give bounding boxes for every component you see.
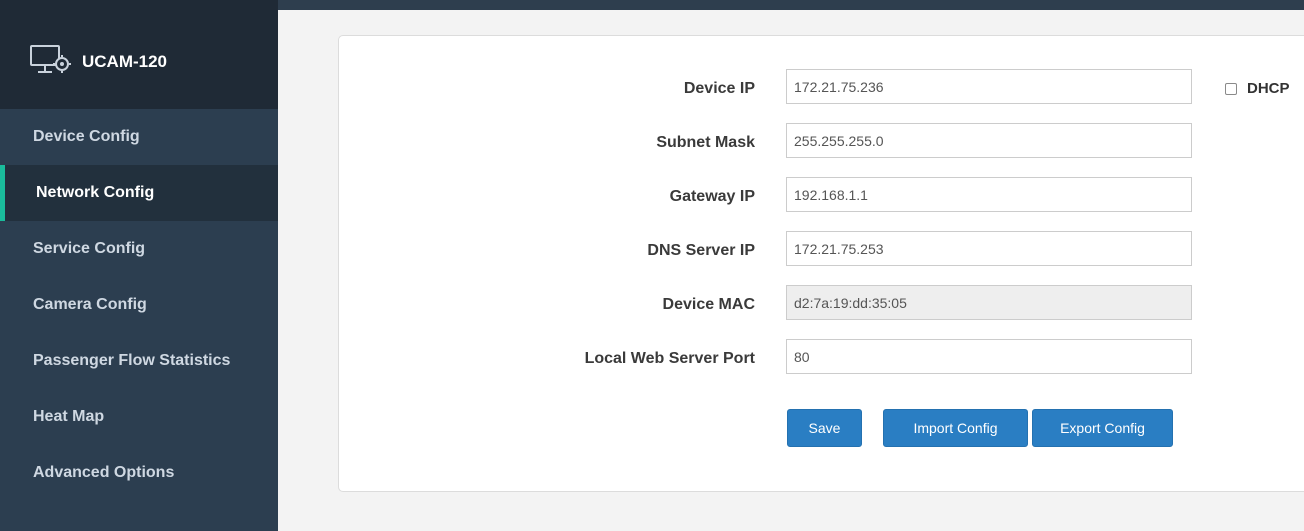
subnet-mask-label: Subnet Mask [656,134,755,151]
monitor-gear-icon [30,45,71,73]
gateway-ip-input[interactable] [786,177,1192,212]
sidebar-item-network-config[interactable]: Network Config [0,165,278,221]
sidebar-item-service-config[interactable]: Service Config [0,221,278,277]
gateway-ip-label: Gateway IP [669,188,755,205]
sidebar-item-camera-config[interactable]: Camera Config [0,277,278,333]
sidebar: UCAM-120 Device Config Network Config Se… [0,0,278,531]
sidebar-item-device-config[interactable]: Device Config [0,109,278,165]
device-ip-label: Device IP [683,80,755,97]
app-title: UCAM-120 [82,52,168,71]
dhcp-toggle[interactable]: DHCP [1225,80,1290,97]
web-port-label: Local Web Server Port [584,350,755,367]
save-button[interactable]: Save [787,409,862,447]
device-mac-input [786,285,1192,320]
dhcp-label: DHCP [1247,80,1290,97]
export-config-button[interactable]: Export Config [1032,409,1173,447]
dns-server-ip-input[interactable] [786,231,1192,266]
brand-header: UCAM-120 [0,0,278,109]
device-mac-label: Device MAC [662,296,755,313]
import-config-button[interactable]: Import Config [883,409,1028,447]
dhcp-checkbox[interactable] [1225,82,1237,95]
subnet-mask-input[interactable] [786,123,1192,158]
sidebar-item-advanced-options[interactable]: Advanced Options [0,445,278,501]
dns-server-ip-label: DNS Server IP [647,242,755,259]
sidebar-item-passenger-flow-statistics[interactable]: Passenger Flow Statistics [0,333,278,389]
web-port-input[interactable] [786,339,1192,374]
device-ip-input[interactable] [786,69,1192,104]
sidebar-item-heat-map[interactable]: Heat Map [0,389,278,445]
